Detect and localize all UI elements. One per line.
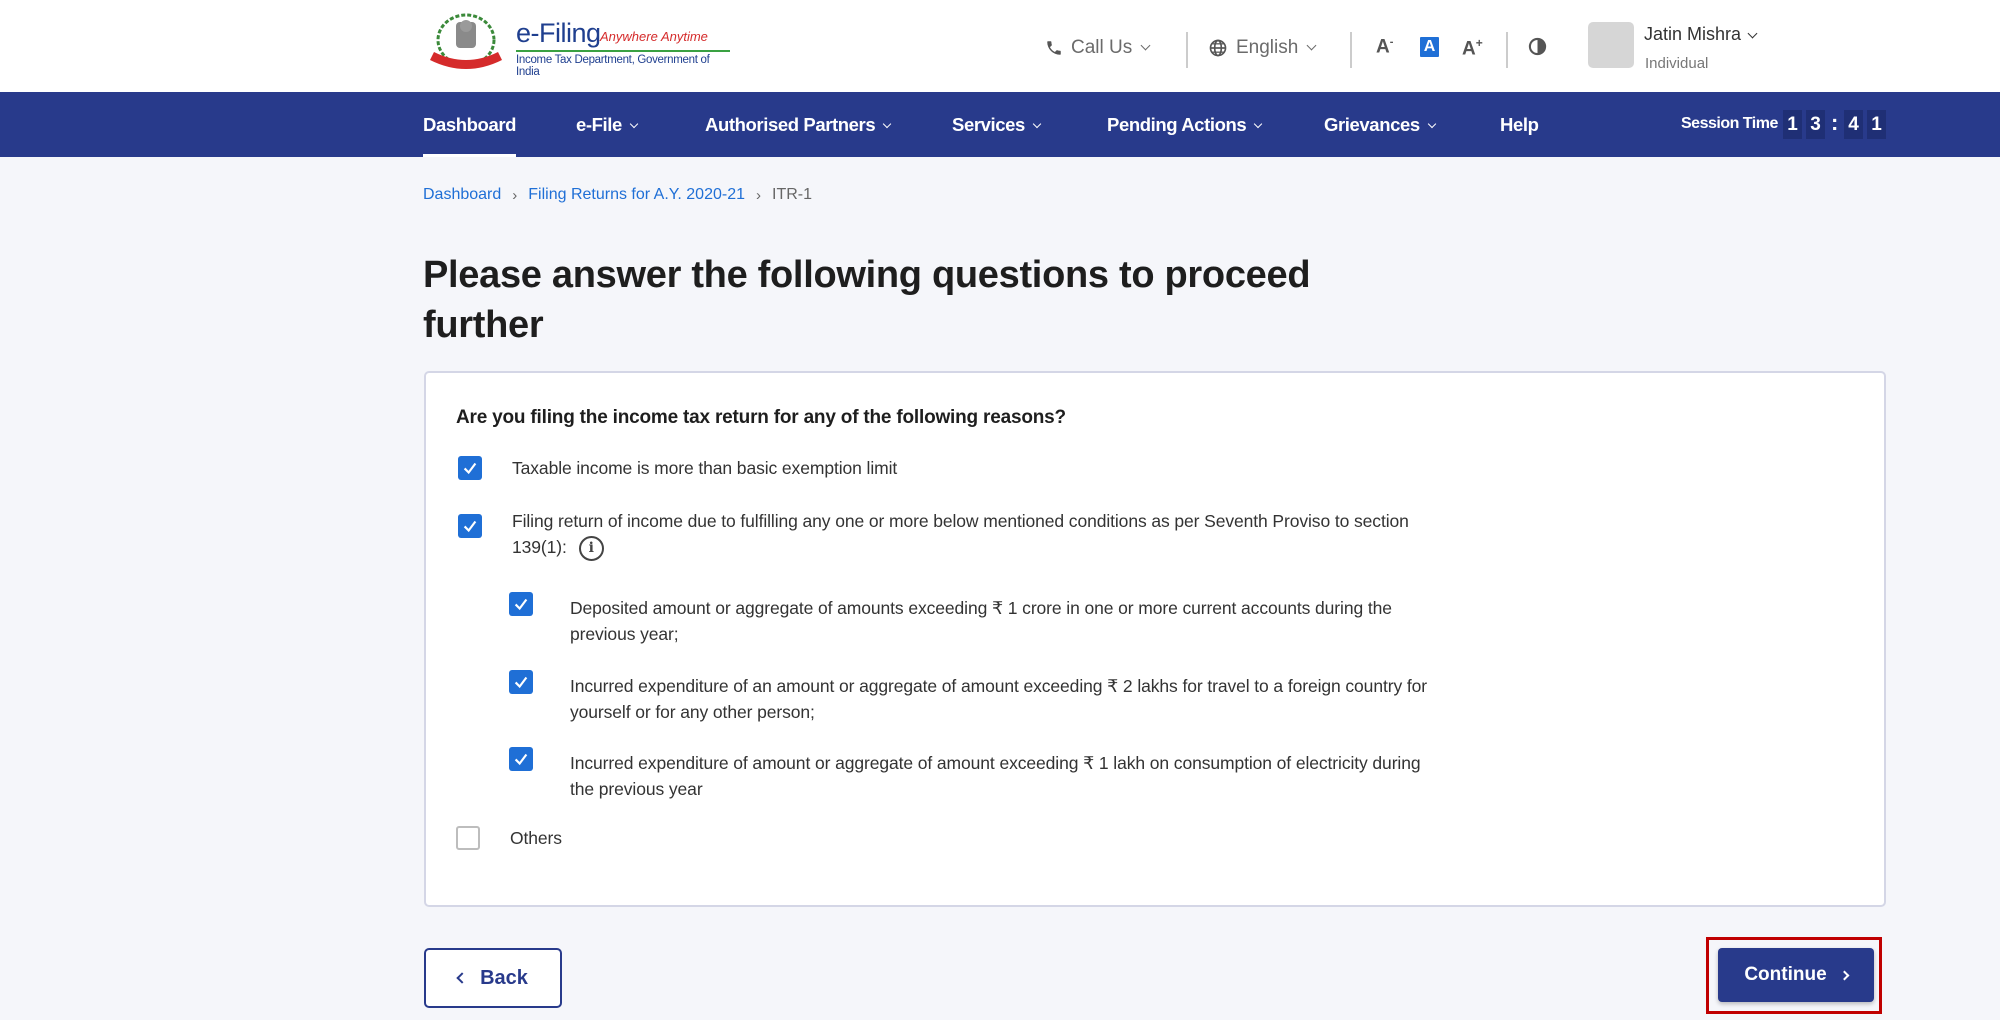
nav-e-file[interactable]: e-File: [576, 92, 639, 157]
nav-dashboard[interactable]: Dashboard: [423, 92, 516, 157]
breadcrumb-separator: ›: [756, 186, 761, 204]
main-nav: Dashboard e-File Authorised Partners Ser…: [0, 92, 2000, 157]
phone-icon: [1047, 41, 1061, 55]
contrast-icon[interactable]: [1528, 37, 1547, 56]
checkbox-checked[interactable]: [458, 514, 482, 538]
questions-card: Are you filing the income tax return for…: [424, 371, 1886, 907]
decrease-font-button[interactable]: A-: [1376, 36, 1393, 58]
user-name: Jatin Mishra: [1644, 24, 1742, 44]
chevron-down-icon: [1306, 40, 1317, 50]
session-digit: 4: [1844, 110, 1863, 139]
option-seventh-proviso[interactable]: Filing return of income due to fulfillin…: [458, 511, 1418, 561]
chevron-right-icon: [1839, 970, 1850, 980]
user-menu[interactable]: Jatin Mishra: [1644, 24, 1758, 45]
chevron-down-icon: [1140, 40, 1151, 50]
divider: [1350, 32, 1352, 68]
call-us-dropdown[interactable]: Call Us: [1045, 30, 1151, 66]
chevron-down-icon: [629, 119, 639, 129]
logo-subtitle: Income Tax Department, Government of Ind…: [516, 54, 710, 78]
chevron-left-icon: [456, 972, 468, 984]
option-label: Taxable income is more than basic exempt…: [512, 458, 898, 478]
question-heading: Are you filing the income tax return for…: [456, 407, 1066, 428]
breadcrumb: Dashboard › Filing Returns for A.Y. 2020…: [423, 186, 812, 204]
option-taxable-income[interactable]: Taxable income is more than basic exempt…: [458, 456, 1358, 481]
session-separator: :: [1831, 110, 1839, 135]
option-foreign-travel[interactable]: Incurred expenditure of an amount or agg…: [509, 670, 1429, 725]
option-electricity[interactable]: Incurred expenditure of amount or aggreg…: [509, 747, 1429, 802]
language-label: English: [1236, 37, 1299, 58]
call-us-label: Call Us: [1071, 37, 1133, 58]
default-font-button[interactable]: A: [1420, 37, 1439, 57]
nav-authorised-partners[interactable]: Authorised Partners: [705, 92, 892, 157]
breadcrumb-filing-returns[interactable]: Filing Returns for A.Y. 2020-21: [528, 186, 745, 204]
breadcrumb-current: ITR-1: [772, 186, 812, 203]
check-icon: [463, 520, 477, 533]
nav-services[interactable]: Services: [952, 92, 1042, 157]
back-button[interactable]: Back: [424, 948, 562, 1008]
checkbox-checked[interactable]: [458, 456, 482, 480]
option-label: Deposited amount or aggregate of amounts…: [570, 598, 1392, 644]
logo-divider: [516, 50, 730, 52]
nav-help[interactable]: Help: [1500, 92, 1539, 157]
divider: [1186, 32, 1188, 68]
checkbox-checked[interactable]: [509, 747, 533, 771]
avatar[interactable]: [1588, 22, 1634, 68]
check-icon: [514, 753, 528, 766]
nav-pending-actions[interactable]: Pending Actions: [1107, 92, 1263, 157]
globe-icon: [1209, 39, 1227, 57]
session-digit: 1: [1867, 110, 1886, 139]
checkbox-checked[interactable]: [509, 592, 533, 616]
language-dropdown[interactable]: English: [1208, 30, 1317, 66]
breadcrumb-separator: ›: [512, 186, 518, 204]
option-label: Others: [510, 828, 562, 848]
checkbox-checked[interactable]: [509, 670, 533, 694]
info-icon[interactable]: i: [578, 535, 604, 561]
user-role: Individual: [1645, 55, 1709, 72]
session-digit: 3: [1806, 110, 1825, 139]
chevron-down-icon: [1427, 119, 1437, 129]
checkbox-unchecked[interactable]: [456, 826, 480, 850]
nav-grievances[interactable]: Grievances: [1324, 92, 1437, 157]
chevron-down-icon: [1032, 119, 1042, 129]
chevron-down-icon: [883, 119, 892, 129]
check-icon: [463, 462, 477, 475]
efiling-logo[interactable]: e-Filing Anywhere Anytime Income Tax Dep…: [424, 12, 730, 78]
session-digit: 1: [1783, 110, 1802, 139]
divider: [1506, 32, 1508, 68]
option-label: Filing return of income due to fulfillin…: [512, 511, 1409, 557]
session-time-label: Session Time: [1681, 115, 1778, 132]
chevron-down-icon: [1747, 28, 1758, 39]
chevron-down-icon: [1254, 119, 1263, 129]
check-icon: [514, 598, 528, 611]
page-title: Please answer the following questions to…: [423, 254, 1311, 346]
continue-button[interactable]: Continue: [1718, 948, 1874, 1002]
top-header: e-Filing Anywhere Anytime Income Tax Dep…: [0, 0, 2000, 92]
option-label: Incurred expenditure of an amount or agg…: [570, 676, 1427, 722]
emblem-icon: [430, 13, 502, 69]
option-label: Incurred expenditure of amount or aggreg…: [570, 753, 1421, 799]
check-icon: [514, 676, 528, 689]
option-deposit-1-crore[interactable]: Deposited amount or aggregate of amounts…: [509, 592, 1429, 647]
logo-title: e-Filing: [516, 18, 601, 48]
breadcrumb-dashboard[interactable]: Dashboard: [423, 186, 501, 204]
option-others[interactable]: Others: [456, 826, 1056, 851]
increase-font-button[interactable]: A+: [1462, 36, 1483, 60]
logo-tagline: Anywhere Anytime: [600, 29, 708, 44]
